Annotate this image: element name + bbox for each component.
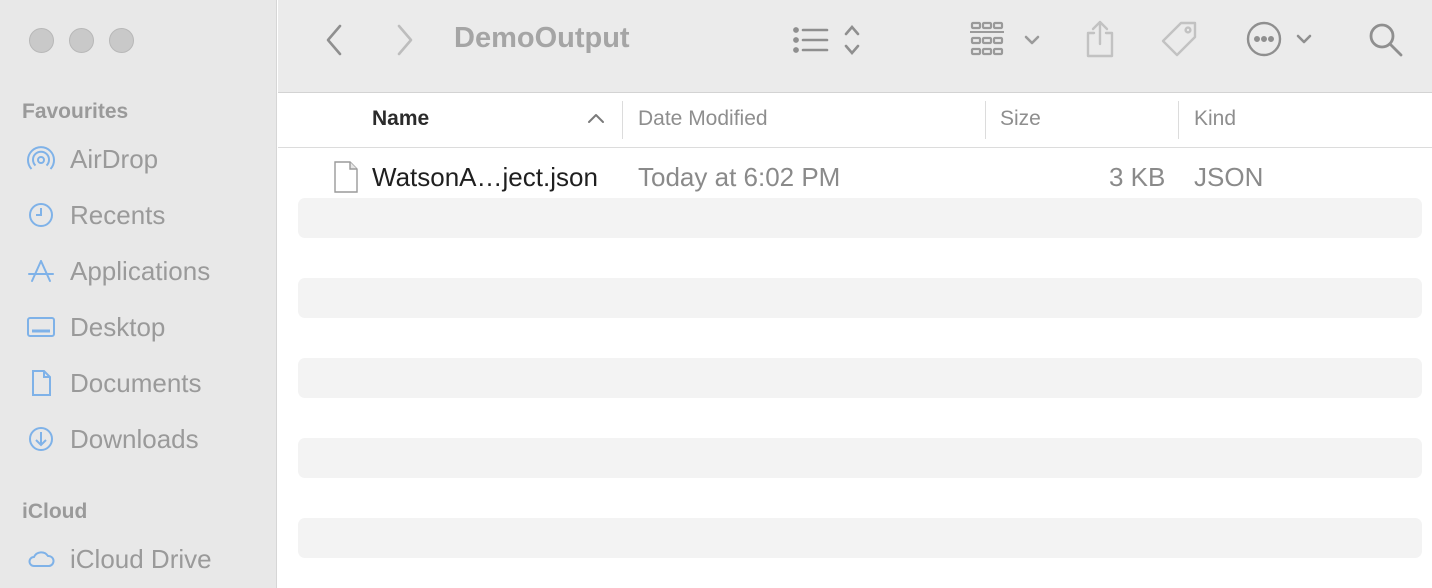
icloud-section-title: iCloud	[22, 500, 88, 523]
sidebar-item-label: Downloads	[70, 423, 199, 454]
back-icon	[324, 23, 344, 57]
empty-row	[298, 438, 1422, 478]
sidebar-item-label: Applications	[70, 255, 211, 286]
column-name[interactable]: Name	[372, 107, 429, 131]
favourites-section-title: Favourites	[22, 100, 129, 123]
column-date-modified[interactable]: Date Modified	[638, 107, 768, 131]
column-size[interactable]: Size	[1000, 107, 1041, 131]
sidebar-item-label: AirDrop	[70, 143, 159, 174]
file-icon	[332, 160, 360, 194]
sidebar-item-label: Desktop	[70, 311, 166, 342]
column-divider[interactable]	[1178, 101, 1179, 139]
file-name: WatsonA…ject.json	[372, 162, 598, 192]
list-view-icon	[790, 22, 866, 58]
search-button[interactable]	[1366, 20, 1406, 60]
column-header: Name Date Modified Size Kind	[278, 93, 1432, 148]
file-list: WatsonA…ject.json Today at 6:02 PM 3 KB …	[278, 148, 1432, 588]
sort-ascending-icon[interactable]	[586, 111, 606, 125]
forward-icon	[395, 23, 415, 57]
clock-icon	[26, 200, 56, 230]
file-size: 3 KB	[1109, 162, 1166, 192]
window-title: DemoOutput	[454, 22, 630, 54]
airdrop-icon	[26, 144, 56, 174]
toolbar: DemoOutput	[278, 0, 1432, 93]
sidebar-item-recents[interactable]: Recents	[26, 195, 165, 235]
cloud-icon	[26, 544, 56, 574]
share-icon	[1083, 19, 1117, 59]
grid-view-icon	[968, 19, 1046, 59]
sidebar: Favourites AirDrop Recents Applications …	[0, 0, 277, 588]
more-actions-button[interactable]	[1244, 18, 1318, 60]
sidebar-item-documents[interactable]: Documents	[26, 363, 202, 403]
sidebar-item-label: Recents	[70, 199, 166, 230]
applications-icon	[26, 256, 56, 286]
sidebar-item-icloud-drive[interactable]: iCloud Drive	[26, 539, 212, 579]
more-icon	[1244, 19, 1318, 59]
file-kind: JSON	[1194, 162, 1264, 192]
empty-row	[298, 198, 1422, 238]
sidebar-item-downloads[interactable]: Downloads	[26, 419, 199, 459]
file-date-modified: Today at 6:02 PM	[638, 162, 841, 192]
empty-row	[298, 518, 1422, 558]
zoom-window-button[interactable]	[109, 28, 134, 53]
document-icon	[26, 368, 56, 398]
back-button[interactable]	[318, 22, 350, 58]
column-divider[interactable]	[985, 101, 986, 139]
window-controls	[29, 28, 134, 53]
desktop-icon	[26, 312, 56, 342]
empty-row	[298, 278, 1422, 318]
column-divider[interactable]	[622, 101, 623, 139]
search-icon	[1367, 21, 1405, 59]
forward-button[interactable]	[389, 22, 421, 58]
sidebar-item-desktop[interactable]: Desktop	[26, 307, 165, 347]
download-icon	[26, 424, 56, 454]
group-button[interactable]	[968, 18, 1046, 60]
minimize-window-button[interactable]	[69, 28, 94, 53]
view-mode-button[interactable]	[790, 20, 866, 60]
empty-row	[298, 358, 1422, 398]
tag-icon	[1159, 19, 1199, 59]
sidebar-item-label: iCloud Drive	[70, 543, 212, 574]
tag-button[interactable]	[1158, 18, 1200, 60]
close-window-button[interactable]	[29, 28, 54, 53]
sidebar-item-label: Documents	[70, 367, 202, 398]
share-button[interactable]	[1082, 18, 1118, 60]
column-kind[interactable]: Kind	[1194, 107, 1236, 131]
sidebar-item-airdrop[interactable]: AirDrop	[26, 139, 158, 179]
sidebar-item-applications[interactable]: Applications	[26, 251, 210, 291]
